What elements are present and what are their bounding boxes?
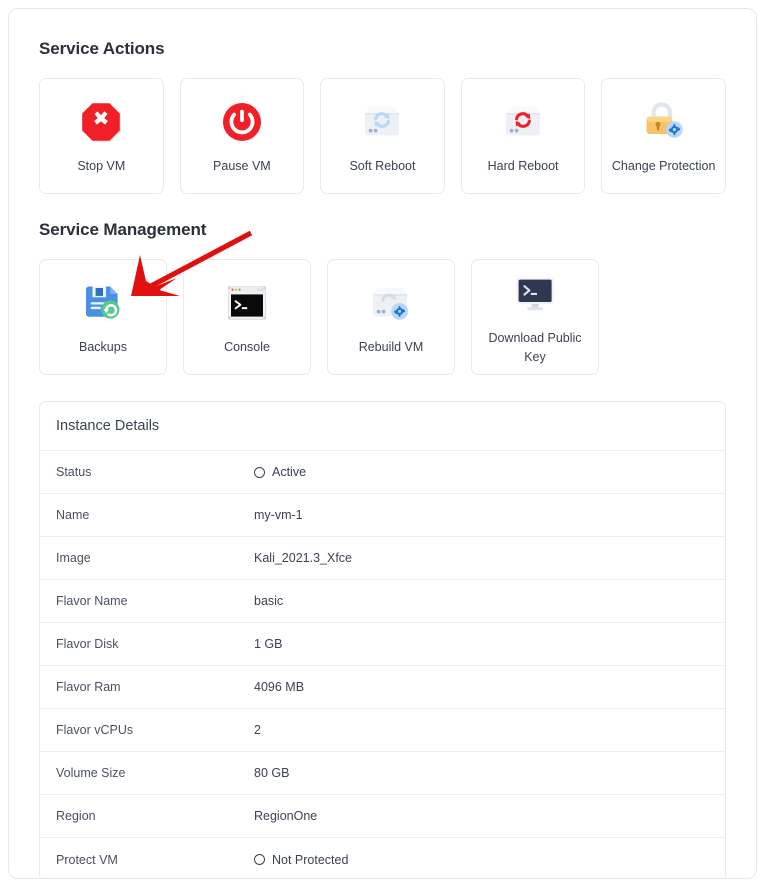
row-label: Flavor Disk [56,637,119,651]
row-label: Name [56,508,90,522]
status-badge: Active [254,465,306,479]
row-value: basic [254,594,284,608]
server-refresh-blue-icon [359,96,405,148]
row-label: Volume Size [56,766,126,780]
table-row: Protect VM Not Protected [40,838,725,878]
row-label: Region [56,809,96,823]
service-actions-heading: Service Actions [39,39,165,58]
row-value: 1 GB [254,637,283,651]
soft-reboot-button[interactable]: Soft Reboot [320,78,445,194]
monitor-terminal-icon [513,268,557,320]
rebuild-vm-label: Rebuild VM [358,340,424,355]
server-refresh-red-icon [500,96,546,148]
change-protection-button[interactable]: Change Protection [601,78,726,194]
table-row: Flavor Disk 1 GB [40,623,725,666]
stop-vm-button[interactable]: Stop VM [39,78,164,194]
row-value: Not Protected [272,852,349,867]
row-value: 80 GB [254,766,290,780]
row-value: my-vm-1 [254,508,303,522]
service-management-card-row: Backups Console Rebuild VM Download Publ… [39,259,726,375]
protection-badge: Not Protected [254,853,348,867]
pause-vm-button[interactable]: Pause VM [179,78,305,194]
instance-detail-page: Service Actions Stop VM Pause VM Soft Re… [8,8,757,879]
instance-details-title: Instance Details [40,402,725,451]
row-label: Flavor vCPUs [56,723,134,737]
row-label: Flavor Ram [56,680,121,694]
row-label: Protect VM [56,852,118,867]
stop-vm-label: Stop VM [77,159,126,174]
stop-octagon-icon [79,96,123,148]
status-circle-icon [254,466,265,478]
instance-details-panel: Instance Details Status Active Name my-v… [39,401,726,878]
row-label: Image [56,551,91,565]
table-row: Flavor vCPUs 2 [40,709,725,752]
backups-label: Backups [79,340,127,355]
padlock-gear-icon [641,96,687,148]
table-row: Region RegionOne [40,795,725,838]
pause-vm-label: Pause VM [213,159,271,174]
row-value: Kali_2021.3_Xfce [254,551,352,565]
backups-button[interactable]: Backups [39,259,167,375]
table-row: Name my-vm-1 [40,494,725,537]
service-actions-card-row: Stop VM Pause VM Soft Reboot Hard Reboot… [39,78,726,194]
console-label: Console [224,340,270,355]
rebuild-vm-button[interactable]: Rebuild VM [327,259,455,375]
console-button[interactable]: Console [183,259,311,375]
row-label: Flavor Name [56,594,128,608]
row-value: 4096 MB [254,680,305,694]
soft-reboot-label: Soft Reboot [349,159,416,174]
status-circle-icon [254,854,265,865]
service-management-heading: Service Management [39,220,207,239]
row-value: Active [272,465,307,479]
table-row: Image Kali_2021.3_Xfce [40,537,725,580]
download-public-key-label: Download Public Key [488,331,582,364]
server-gear-icon [368,277,414,329]
row-value: 2 [254,723,261,737]
table-row: Status Active [40,451,725,494]
row-value: RegionOne [254,809,318,823]
change-protection-label: Change Protection [611,159,716,174]
row-label: Status [56,465,92,479]
table-row: Flavor Ram 4096 MB [40,666,725,709]
download-public-key-button[interactable]: Download Public Key [471,259,599,375]
hard-reboot-label: Hard Reboot [487,159,559,174]
table-row: Volume Size 80 GB [40,752,725,795]
floppy-restore-icon [80,277,126,329]
terminal-window-icon [225,277,269,329]
power-button-icon [221,96,263,148]
hard-reboot-button[interactable]: Hard Reboot [460,78,586,194]
table-row: Flavor Name basic [40,580,725,623]
